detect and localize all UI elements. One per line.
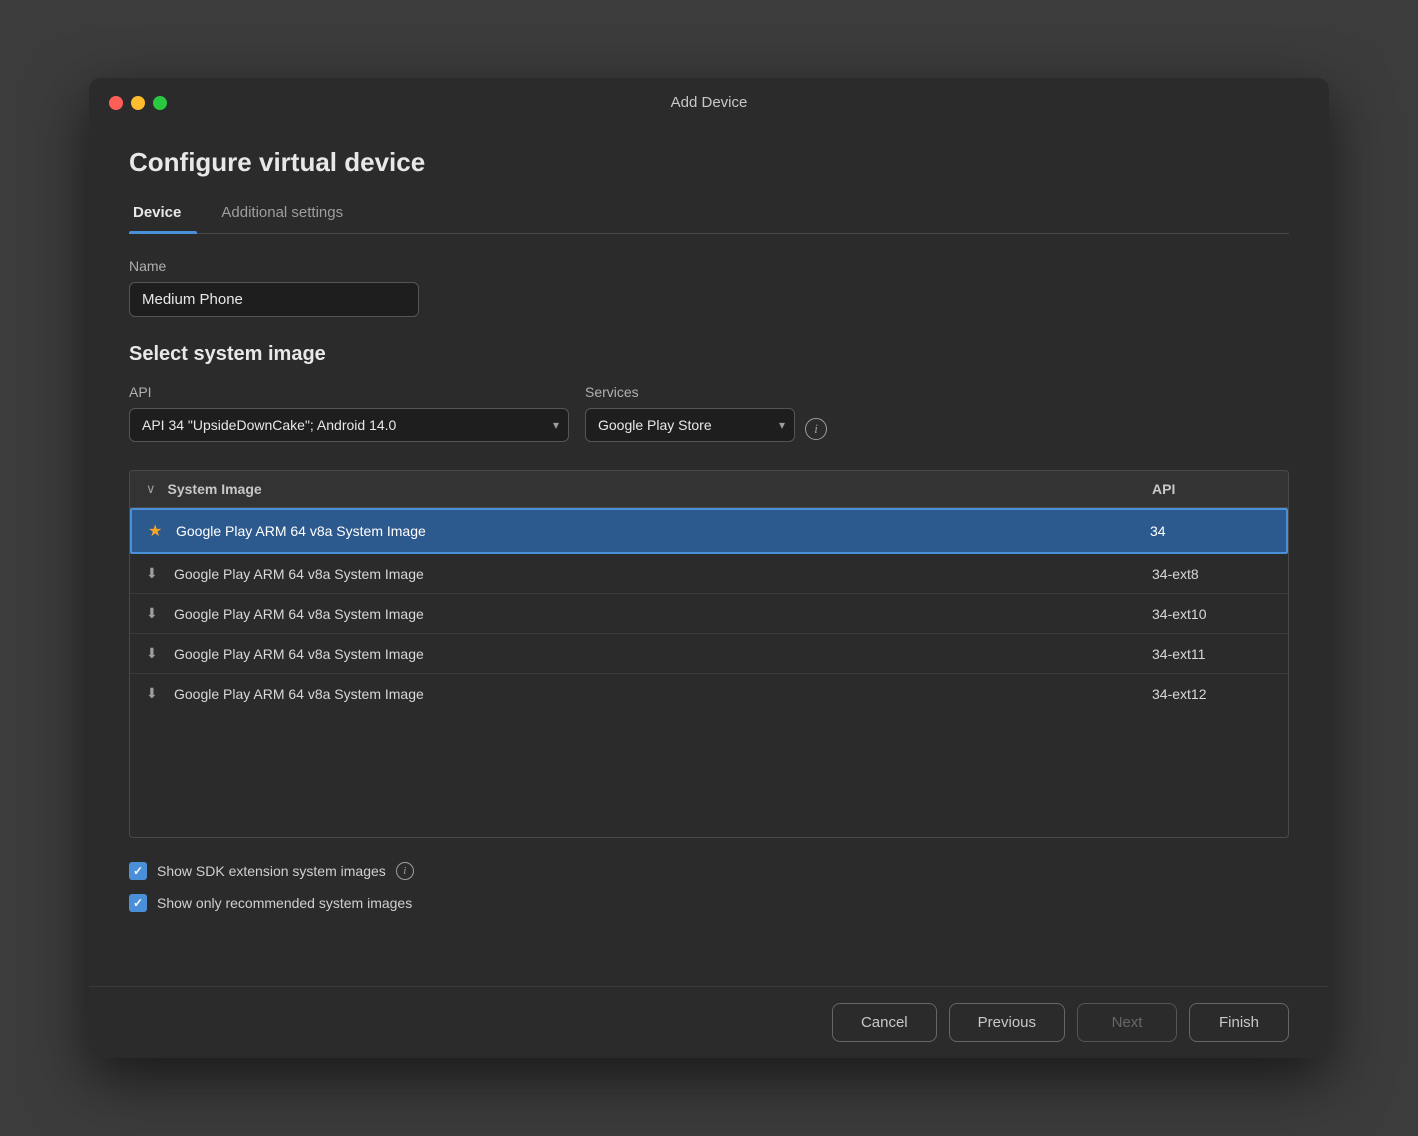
row-api-value: 34-ext12 [1152, 686, 1272, 702]
col-header-api: API [1152, 481, 1272, 497]
services-dropdown-wrapper: Google Play Store ▾ [585, 408, 795, 442]
window-title: Add Device [671, 94, 748, 111]
services-dropdown[interactable]: Google Play Store [585, 408, 795, 442]
col-header-image: System Image [168, 481, 1152, 497]
add-device-window: Add Device Configure virtual device Devi… [89, 78, 1329, 1058]
page-title: Configure virtual device [129, 147, 1289, 178]
checkmark-icon: ✓ [133, 896, 143, 910]
tab-device[interactable]: Device [129, 196, 197, 233]
minimize-button[interactable] [131, 96, 145, 110]
device-name-input[interactable] [129, 282, 419, 317]
row-api-value: 34-ext8 [1152, 566, 1272, 582]
row-image-name: Google Play ARM 64 v8a System Image [174, 606, 1152, 622]
maximize-button[interactable] [153, 96, 167, 110]
download-icon: ⬇ [146, 685, 174, 702]
sdk-ext-checkbox-row: ✓ Show SDK extension system images i [129, 862, 1289, 880]
table-row[interactable]: ⬇ Google Play ARM 64 v8a System Image 34… [130, 554, 1288, 594]
sdk-ext-checkbox[interactable]: ✓ [129, 862, 147, 880]
recommended-checkbox[interactable]: ✓ [129, 894, 147, 912]
table-header: ∨ System Image API [130, 471, 1288, 508]
download-icon: ⬇ [146, 565, 174, 582]
api-dropdown-group: API API 34 "UpsideDownCake"; Android 14.… [129, 384, 569, 442]
tab-additional-settings[interactable]: Additional settings [217, 196, 359, 233]
table-row[interactable]: ⬇ Google Play ARM 64 v8a System Image 34… [130, 594, 1288, 634]
table-row[interactable]: ⬇ Google Play ARM 64 v8a System Image 34… [130, 674, 1288, 713]
services-dropdown-group: Services Google Play Store ▾ i [585, 384, 827, 442]
system-image-table: ∨ System Image API ★ Google Play ARM 64 … [129, 470, 1289, 838]
api-label: API [129, 384, 569, 400]
section-title: Select system image [129, 343, 1289, 366]
recommended-checkbox-row: ✓ Show only recommended system images [129, 894, 1289, 912]
row-image-name: Google Play ARM 64 v8a System Image [174, 566, 1152, 582]
row-api-value: 34 [1150, 523, 1270, 539]
finish-button[interactable]: Finish [1189, 1003, 1289, 1042]
row-image-name: Google Play ARM 64 v8a System Image [176, 523, 1150, 539]
name-label: Name [129, 258, 1289, 274]
footer: Cancel Previous Next Finish [89, 986, 1329, 1058]
star-icon: ★ [148, 521, 176, 541]
cancel-button[interactable]: Cancel [832, 1003, 937, 1042]
main-content: Configure virtual device Device Addition… [89, 127, 1329, 986]
download-icon: ⬇ [146, 645, 174, 662]
dropdowns-row: API API 34 "UpsideDownCake"; Android 14.… [129, 384, 1289, 442]
checkboxes-section: ✓ Show SDK extension system images i ✓ S… [129, 862, 1289, 926]
recommended-label: Show only recommended system images [157, 895, 412, 911]
api-dropdown-wrapper: API 34 "UpsideDownCake"; Android 14.0 ▾ [129, 408, 569, 442]
download-icon: ⬇ [146, 605, 174, 622]
api-dropdown[interactable]: API 34 "UpsideDownCake"; Android 14.0 [129, 408, 569, 442]
sdk-ext-info-icon[interactable]: i [396, 862, 414, 880]
row-image-name: Google Play ARM 64 v8a System Image [174, 686, 1152, 702]
row-image-name: Google Play ARM 64 v8a System Image [174, 646, 1152, 662]
sdk-ext-label: Show SDK extension system images [157, 863, 386, 879]
close-button[interactable] [109, 96, 123, 110]
tabs-bar: Device Additional settings [129, 196, 1289, 234]
previous-button[interactable]: Previous [949, 1003, 1065, 1042]
traffic-lights [109, 96, 167, 110]
table-row[interactable]: ⬇ Google Play ARM 64 v8a System Image 34… [130, 634, 1288, 674]
services-row: Google Play Store ▾ i [585, 408, 827, 442]
table-row[interactable]: ★ Google Play ARM 64 v8a System Image 34 [130, 508, 1288, 554]
services-label: Services [585, 384, 827, 400]
next-button[interactable]: Next [1077, 1003, 1177, 1042]
title-bar: Add Device [89, 78, 1329, 127]
row-api-value: 34-ext10 [1152, 606, 1272, 622]
services-info-icon[interactable]: i [805, 418, 827, 440]
row-api-value: 34-ext11 [1152, 646, 1272, 662]
sort-icon[interactable]: ∨ [146, 481, 156, 497]
checkmark-icon: ✓ [133, 864, 143, 878]
